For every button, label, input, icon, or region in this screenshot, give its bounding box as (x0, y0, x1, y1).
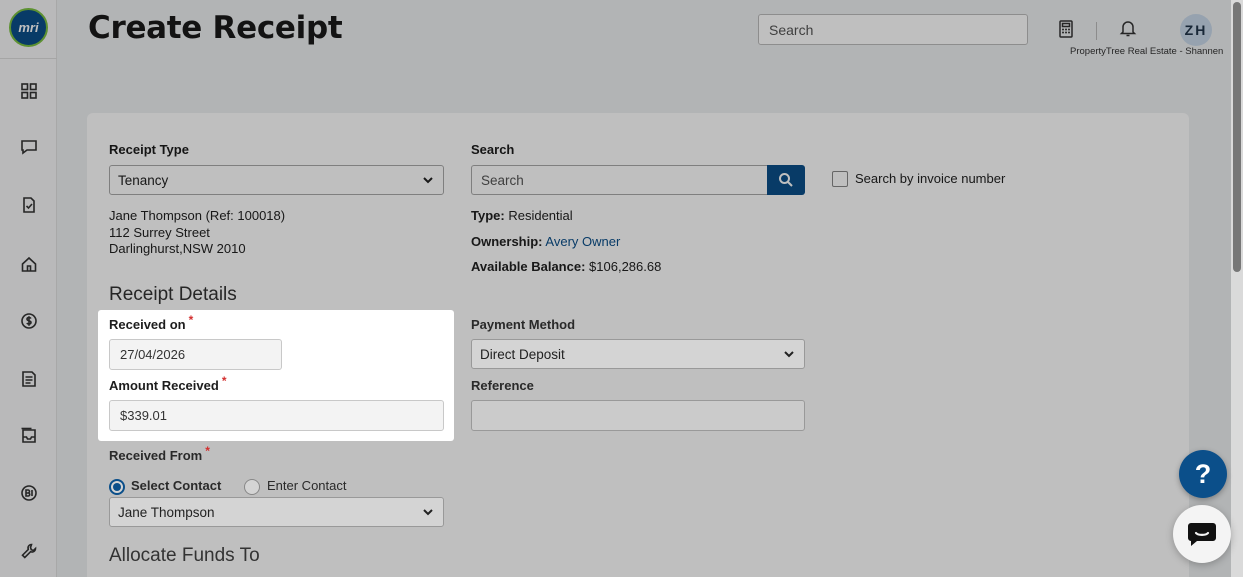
document-check-icon[interactable] (18, 194, 40, 216)
notes-icon[interactable] (18, 368, 40, 390)
payment-method-select[interactable]: Direct Deposit (471, 339, 805, 369)
chat-widget-button[interactable] (1173, 505, 1231, 563)
chevron-down-icon (423, 509, 433, 516)
user-avatar[interactable]: ZH (1180, 14, 1212, 46)
receipt-type-label: Receipt Type (109, 142, 189, 157)
logo-text: mri (18, 20, 39, 35)
company-name: PropertyTree Real Estate - Shannen (1070, 46, 1224, 57)
type-label: Type: (471, 208, 505, 223)
bell-icon[interactable] (1118, 18, 1138, 38)
received-on-field[interactable]: 27/04/2026 (109, 339, 282, 370)
ownership-link[interactable]: Avery Owner (545, 234, 620, 249)
amount-received-field[interactable]: $339.01 (109, 400, 444, 431)
balance-value: $106,286.68 (589, 259, 662, 274)
contact-value: Jane Thompson (118, 504, 215, 520)
chat-icon[interactable] (18, 136, 40, 158)
header-separator (1096, 22, 1097, 40)
chevron-down-icon (784, 351, 794, 358)
ownership-label: Ownership: (471, 234, 543, 249)
type-value: Residential (508, 208, 573, 223)
amount-received-label: Amount Received * (109, 374, 227, 393)
select-contact-radio[interactable] (109, 479, 125, 495)
bi-icon[interactable] (18, 482, 40, 504)
calculator-icon[interactable] (1056, 19, 1076, 39)
dollar-icon[interactable] (18, 310, 40, 332)
receipt-details-title: Receipt Details (109, 284, 237, 305)
payment-method-value: Direct Deposit (480, 346, 565, 362)
dashboard-icon[interactable] (18, 80, 40, 102)
required-marker: * (188, 313, 194, 327)
invoice-search-label[interactable]: Search by invoice number (855, 171, 1005, 186)
tenant-name-link[interactable]: Jane Thompson (Ref: 100018) (109, 208, 285, 223)
contact-select[interactable]: Jane Thompson (109, 497, 444, 527)
receipt-type-select[interactable]: Tenancy (109, 165, 444, 195)
tenancy-search-input[interactable]: Search (471, 165, 768, 195)
search-button[interactable] (767, 165, 805, 195)
mri-logo[interactable]: mri (9, 8, 48, 47)
balance-label: Available Balance: (471, 259, 586, 274)
received-on-label: Received on * (109, 313, 194, 332)
search-label: Search (471, 142, 515, 157)
reference-field[interactable] (471, 400, 805, 431)
scrollbar-thumb[interactable] (1233, 2, 1241, 272)
required-marker: * (221, 374, 227, 388)
help-button[interactable]: ? (1179, 450, 1227, 498)
sidebar: mri (0, 0, 57, 577)
invoice-search-checkbox[interactable] (832, 171, 848, 187)
search-icon (779, 173, 793, 187)
page-title: Create Receipt (88, 10, 343, 46)
tenant-suburb: Darlinghurst,NSW 2010 (109, 241, 246, 256)
sidebar-divider (0, 58, 57, 59)
home-icon[interactable] (18, 253, 40, 275)
chevron-down-icon (423, 177, 433, 184)
inbox-icon[interactable] (18, 424, 40, 446)
global-search-input[interactable] (758, 14, 1028, 45)
wrench-icon[interactable] (18, 540, 40, 562)
chat-bubble-icon (1188, 523, 1216, 546)
tenant-street: 112 Surrey Street (109, 225, 210, 240)
enter-contact-radio[interactable] (244, 479, 260, 495)
receipt-type-value: Tenancy (118, 172, 169, 188)
